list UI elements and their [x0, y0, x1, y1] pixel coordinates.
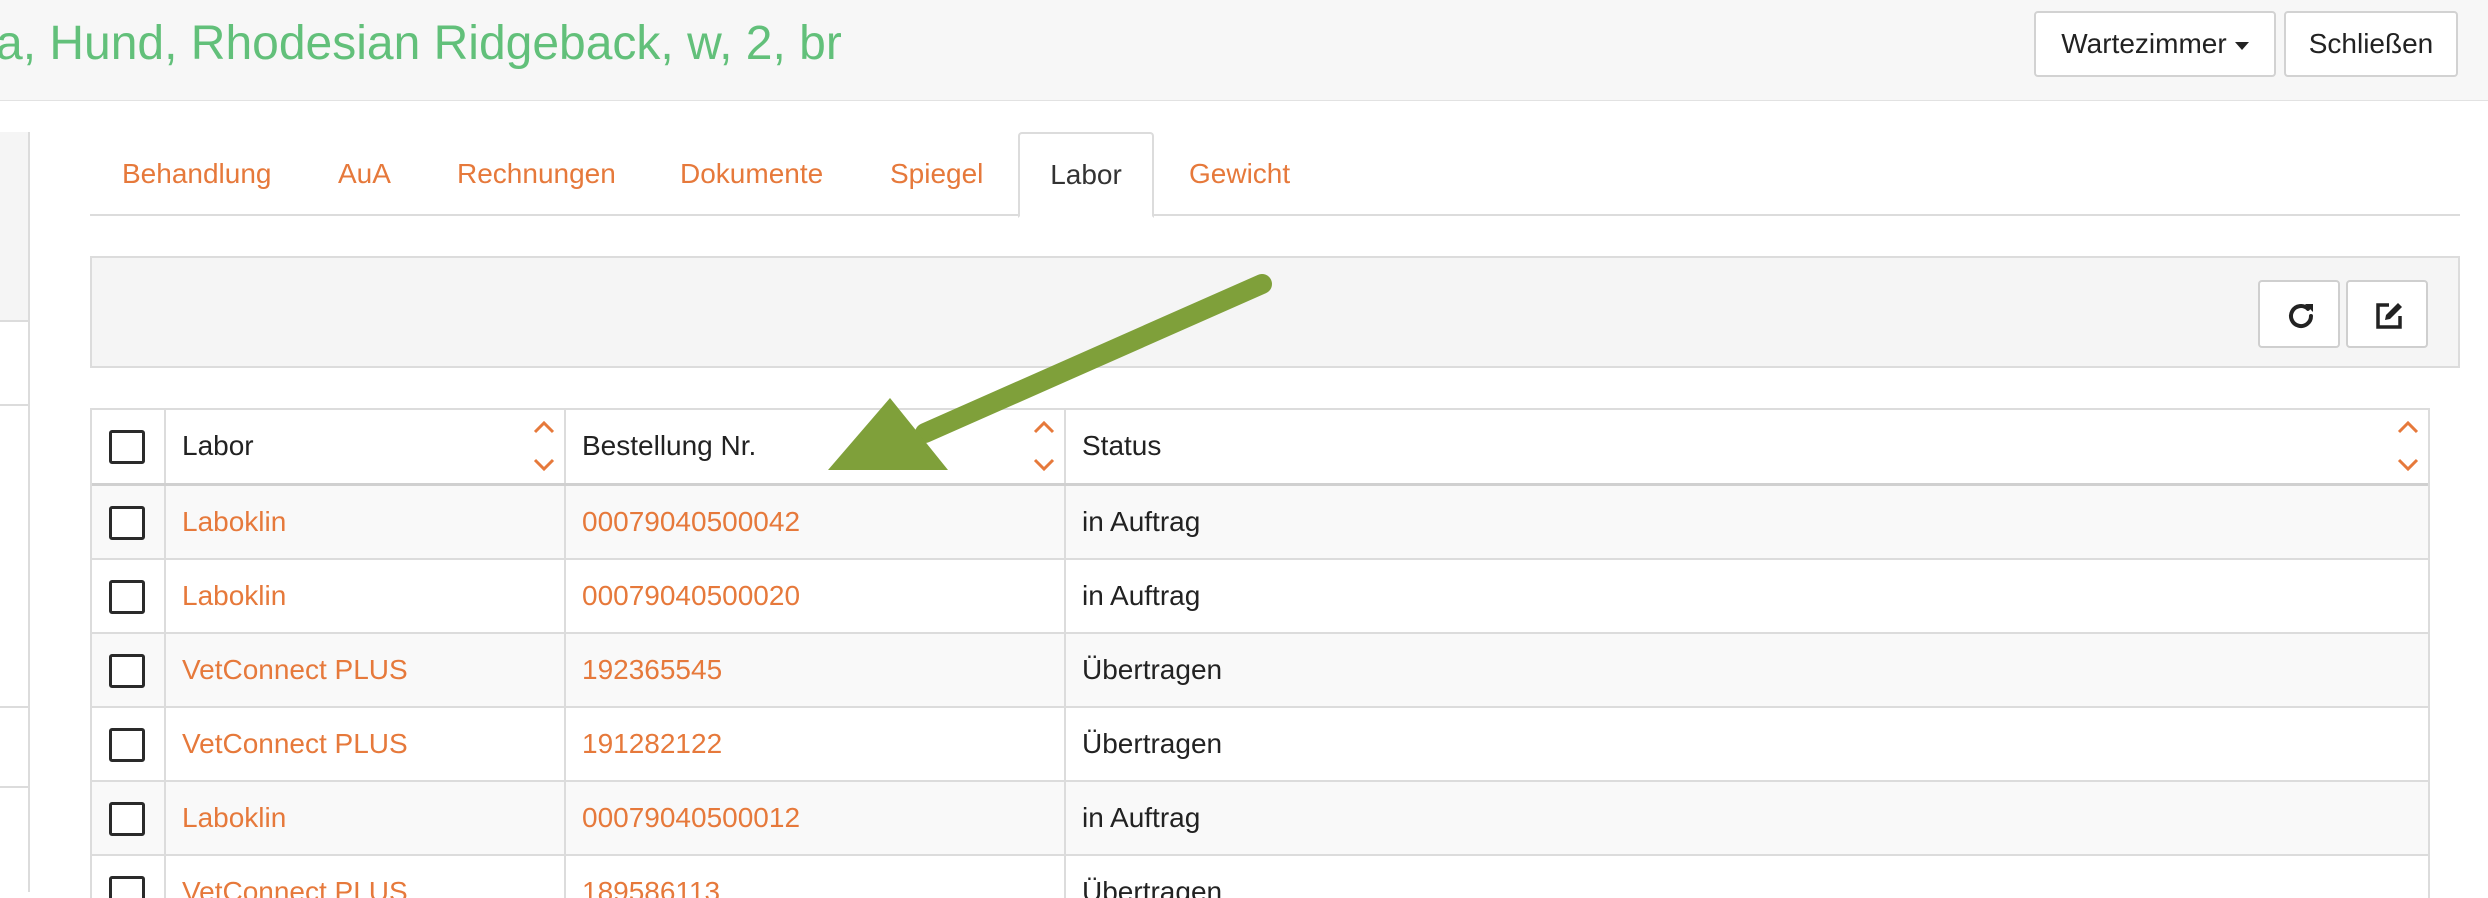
tab-gewicht[interactable]: Gewicht	[1189, 132, 1290, 216]
select-all-checkbox[interactable]	[109, 430, 145, 464]
status-cell: Übertragen	[1082, 728, 1223, 759]
order-number-link[interactable]: 00079040500012	[566, 782, 1066, 854]
table-toolbar	[90, 256, 2460, 368]
labor-link[interactable]: Laboklin	[166, 560, 566, 632]
labor-link[interactable]: VetConnect PLUS	[166, 856, 566, 898]
order-number-link[interactable]: 189586113	[566, 856, 1066, 898]
status-cell: Übertragen	[1082, 654, 1223, 685]
tab-behandlung[interactable]: Behandlung	[122, 132, 271, 216]
labor-link[interactable]: VetConnect PLUS	[166, 708, 566, 780]
row-checkbox[interactable]	[109, 802, 145, 836]
table-row[interactable]: Laboklin 00079040500012 in Auftrag	[92, 782, 2428, 856]
caret-down-icon	[2234, 41, 2249, 50]
select-cell	[92, 856, 166, 898]
sort-icon[interactable]	[1032, 416, 1056, 476]
row-checkbox[interactable]	[109, 876, 145, 898]
table-row[interactable]: Laboklin 00079040500042 in Auftrag	[92, 486, 2428, 560]
column-header-bestellung[interactable]: Bestellung Nr.	[566, 410, 1066, 483]
sort-icon[interactable]	[532, 416, 556, 476]
lab-orders-table: Labor Bestellung Nr. Status Laboklin 000…	[90, 408, 2430, 898]
order-number-link[interactable]: 00079040500042	[566, 486, 1066, 558]
tab-spiegel[interactable]: Spiegel	[890, 132, 983, 216]
column-label: Labor	[182, 430, 254, 461]
order-number-link[interactable]: 191282122	[566, 708, 1066, 780]
left-sidebar-panel	[0, 132, 30, 892]
order-number-link[interactable]: 192365545	[566, 634, 1066, 706]
column-label: Bestellung Nr.	[582, 430, 757, 461]
table-row[interactable]: VetConnect PLUS 192365545 Übertragen	[92, 634, 2428, 708]
tab-rechnungen[interactable]: Rechnungen	[457, 132, 616, 216]
waiting-room-dropdown[interactable]: Wartezimmer	[2034, 11, 2276, 77]
order-number-link[interactable]: 00079040500020	[566, 560, 1066, 632]
table-header-row: Labor Bestellung Nr. Status	[92, 410, 2428, 486]
refresh-button[interactable]	[2258, 280, 2340, 348]
row-checkbox[interactable]	[109, 506, 145, 540]
header-select-cell	[92, 410, 166, 483]
tab-bar: Behandlung AuA Rechnungen Dokumente Spie…	[90, 132, 2460, 218]
tab-aua[interactable]: AuA	[338, 132, 391, 216]
refresh-icon	[2289, 304, 2314, 329]
waiting-room-label: Wartezimmer	[2061, 28, 2227, 59]
table-row[interactable]: Laboklin 00079040500020 in Auftrag	[92, 560, 2428, 634]
tab-labor[interactable]: Labor	[1018, 132, 1154, 218]
table-row[interactable]: VetConnect PLUS 189586113 Übertragen	[92, 856, 2428, 898]
edit-icon	[2376, 303, 2402, 329]
sort-icon[interactable]	[2396, 416, 2420, 476]
table-row[interactable]: VetConnect PLUS 191282122 Übertragen	[92, 708, 2428, 782]
row-checkbox[interactable]	[109, 654, 145, 688]
divider	[0, 786, 28, 788]
column-header-status[interactable]: Status	[1066, 410, 2428, 483]
labor-link[interactable]: VetConnect PLUS	[166, 634, 566, 706]
status-cell: Übertragen	[1082, 876, 1223, 898]
select-cell	[92, 560, 166, 632]
close-button[interactable]: Schließen	[2284, 11, 2458, 77]
left-panel-header	[0, 132, 28, 322]
select-cell	[92, 486, 166, 558]
status-cell: in Auftrag	[1082, 580, 1201, 611]
tab-dokumente[interactable]: Dokumente	[680, 132, 823, 216]
labor-link[interactable]: Laboklin	[166, 782, 566, 854]
select-cell	[92, 782, 166, 854]
header-bar: a, Hund, Rhodesian Ridgeback, w, 2, brau…	[0, 0, 2488, 101]
row-checkbox[interactable]	[109, 580, 145, 614]
status-cell: in Auftrag	[1082, 802, 1201, 833]
column-header-labor[interactable]: Labor	[166, 410, 566, 483]
edit-button[interactable]	[2346, 280, 2428, 348]
row-checkbox[interactable]	[109, 728, 145, 762]
divider	[0, 404, 28, 406]
column-label: Status	[1082, 430, 1162, 461]
select-cell	[92, 708, 166, 780]
divider	[0, 706, 28, 708]
labor-link[interactable]: Laboklin	[166, 486, 566, 558]
status-cell: in Auftrag	[1082, 506, 1201, 537]
patient-title: a, Hund, Rhodesian Ridgeback, w, 2, brau	[0, 17, 841, 70]
select-cell	[92, 634, 166, 706]
